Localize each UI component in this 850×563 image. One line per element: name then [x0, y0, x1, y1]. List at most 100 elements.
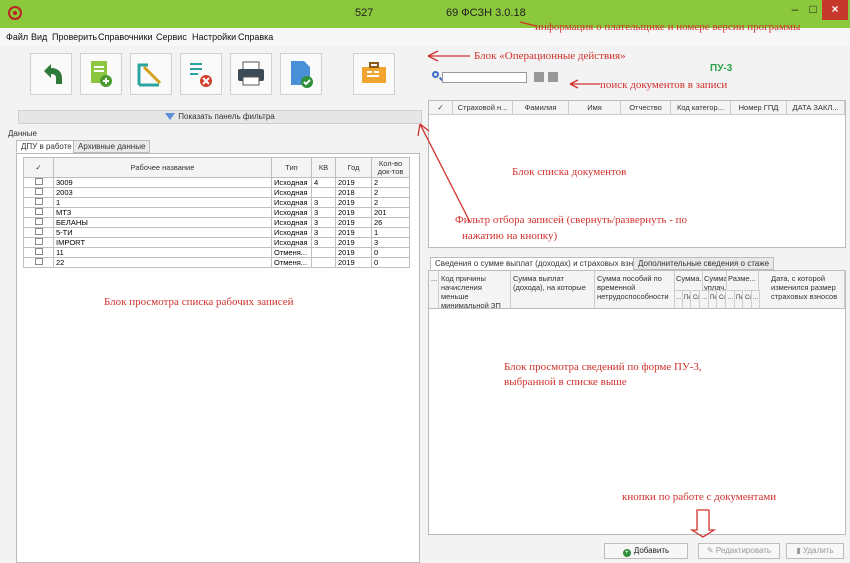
row-checkbox-cell [23, 247, 54, 258]
detail-subheader[interactable]: Со [744, 290, 752, 309]
detail-subheader[interactable]: Пе [709, 290, 717, 309]
row-checkbox[interactable] [34, 218, 43, 225]
table-row[interactable]: 3009 Исходная 4 2019 2 [23, 177, 410, 188]
plus-icon: + [622, 549, 631, 557]
annotation-detail-line1: Блок просмотра сведений по форме ПУ-3, [504, 361, 702, 373]
doc-column-conclusion-date[interactable]: ДАТА ЗАКЛ... [787, 101, 845, 115]
add-button[interactable]: + Добавить [604, 543, 688, 559]
detail-col-sum[interactable]: Сумма... [675, 271, 703, 290]
print-button[interactable] [230, 53, 272, 95]
row-checkbox[interactable] [34, 188, 43, 195]
menu-view[interactable]: Вид [31, 32, 47, 42]
doc-column-gpd-number[interactable]: Номер ГПД [731, 101, 787, 115]
cell-quarter [311, 257, 336, 268]
close-button[interactable]: × [822, 0, 848, 20]
annotation-version: информация о плательщике и номере версии… [535, 21, 801, 33]
detail-subheader[interactable]: ... [727, 290, 735, 309]
detail-subheader[interactable]: ... [701, 290, 709, 309]
detail-col-payment-sum[interactable]: Сумма выплат (дохода), на которые [511, 271, 595, 309]
detail-subheader[interactable]: ... [752, 290, 760, 309]
detail-col-reason-code[interactable]: Код причины начисления меньше минимально… [439, 271, 511, 309]
row-checkbox-cell [23, 197, 54, 208]
menu-service[interactable]: Сервис [156, 32, 187, 42]
detail-col-paid-sum[interactable]: Сумма уплач... [703, 271, 727, 290]
menu-settings[interactable]: Настройки [192, 32, 236, 42]
menu-help[interactable]: Справка [238, 32, 273, 42]
detail-subheader[interactable]: ... [675, 290, 683, 309]
menu-check[interactable]: Проверить [52, 32, 97, 42]
column-header-doc-count[interactable]: Кол-во док-тов [371, 157, 410, 178]
detail-col-size[interactable]: Разме... [727, 271, 759, 290]
row-checkbox[interactable] [34, 208, 43, 215]
tab-dpu-in-work[interactable]: ДПУ в работе [16, 140, 77, 153]
edit-document-button[interactable] [130, 53, 172, 95]
column-header-quarter[interactable]: КВ [311, 157, 336, 178]
doc-column-name[interactable]: Имя [569, 101, 621, 115]
add-document-button[interactable] [80, 53, 122, 95]
table-row[interactable]: 1 Исходная 3 2019 2 [23, 197, 410, 208]
briefcase-button[interactable] [353, 53, 395, 95]
table-row[interactable]: 5-ТИ Исходная 3 2019 1 [23, 227, 410, 238]
row-checkbox[interactable] [34, 228, 43, 235]
app-logo-icon [8, 6, 22, 20]
show-filter-button[interactable]: Показать панель фильтра [18, 110, 422, 124]
column-header-check[interactable]: ✓ [23, 157, 54, 178]
edit-document-icon [137, 63, 162, 87]
column-header-type[interactable]: Тип [271, 157, 312, 178]
menu-file[interactable]: Файл [6, 32, 28, 42]
maximize-button[interactable]: □ [804, 0, 822, 20]
detail-subheader[interactable]: Пе [683, 290, 691, 309]
arrow-ops-block [427, 50, 470, 62]
table-row[interactable]: 11 Отменя... 2019 0 [23, 247, 410, 258]
table-row[interactable]: 2003 Исходная 2018 2 [23, 187, 410, 198]
cell-doc-count: 2 [371, 197, 410, 208]
column-header-year[interactable]: Год [335, 157, 372, 178]
table-row[interactable]: МТЗ Исходная 3 2019 201 [23, 207, 410, 218]
tab-payments-contributions[interactable]: Сведения о сумме выплат (доходах) и стра… [430, 257, 656, 270]
doc-column-check[interactable]: ✓ [429, 101, 453, 115]
tab-additional-experience[interactable]: Дополнительные сведения о стаже [633, 257, 775, 270]
annotation-detail-line2: выбранной в списке выше [504, 376, 627, 388]
cell-doc-count: 26 [371, 217, 410, 228]
doc-column-surname[interactable]: Фамилия [513, 101, 569, 115]
minimize-button[interactable]: – [786, 0, 804, 20]
delete-button[interactable]: ▮ Удалить [786, 543, 844, 559]
detail-col-dots[interactable]: ... [429, 271, 439, 309]
check-document-button[interactable] [280, 53, 322, 95]
briefcase-icon [362, 62, 386, 83]
form-type-label: ПУ-3 [710, 63, 733, 74]
table-row[interactable]: БЕЛАНЫ Исходная 3 2019 26 [23, 217, 410, 228]
cell-quarter: 3 [311, 227, 336, 238]
table-header-row: ✓ Рабочее название Тип КВ Год Кол-во док… [23, 157, 410, 178]
tab-archive[interactable]: Архивные данные [73, 140, 151, 153]
annotation-filter-line1: Фильтр отбора записей (свернуть/разверну… [455, 214, 687, 226]
cell-doc-count: 0 [371, 247, 410, 258]
row-checkbox[interactable] [34, 178, 43, 185]
menu-references[interactable]: Справочники [98, 32, 153, 42]
column-header-name[interactable]: Рабочее название [53, 157, 272, 178]
detail-subheader[interactable]: Со [692, 290, 700, 309]
annotation-filter-line2: нажатию на кнопку) [462, 230, 558, 242]
cell-year: 2019 [335, 177, 372, 188]
doc-column-category-code[interactable]: Код категор... [671, 101, 731, 115]
check-document-icon [291, 61, 313, 88]
table-row[interactable]: 22 Отменя... 2019 0 [23, 257, 410, 268]
doc-column-patronymic[interactable]: Отчество [621, 101, 671, 115]
doc-column-insurance-number[interactable]: Страховой н... [453, 101, 513, 115]
table-row[interactable]: IMPORT Исходная 3 2019 3 [23, 237, 410, 248]
document-search-input[interactable] [442, 72, 527, 83]
search-next-button[interactable] [548, 72, 558, 82]
row-checkbox[interactable] [34, 198, 43, 205]
row-checkbox[interactable] [34, 248, 43, 255]
detail-subheader[interactable]: Со [718, 290, 726, 309]
search-prev-button[interactable] [534, 72, 544, 82]
undo-button[interactable] [30, 53, 72, 95]
row-checkbox[interactable] [34, 258, 43, 265]
delete-document-button[interactable] [180, 53, 222, 95]
edit-button[interactable]: ✎ Редактировать [698, 543, 780, 559]
detail-subheader[interactable]: Пе [735, 290, 743, 309]
row-checkbox[interactable] [34, 238, 43, 245]
cell-year: 2019 [335, 207, 372, 218]
detail-col-sick-benefit[interactable]: Сумма пособий по временной нетрудоспособ… [595, 271, 675, 309]
detail-col-change-date[interactable]: Дата, с которой изменился размер страхов… [759, 271, 845, 309]
